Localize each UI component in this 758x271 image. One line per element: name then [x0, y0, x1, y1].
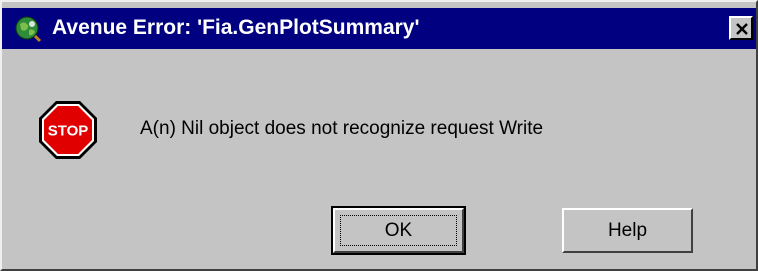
help-button-label: Help — [607, 219, 648, 241]
stop-label: STOP — [48, 123, 89, 140]
ok-button-label: OK — [384, 219, 413, 241]
ok-button[interactable]: OK — [331, 206, 466, 255]
close-button[interactable] — [729, 16, 753, 40]
dialog-title: Avenue Error: 'Fia.GenPlotSummary' — [52, 16, 420, 39]
globe-icon — [15, 16, 42, 43]
help-button[interactable]: Help — [562, 208, 693, 253]
error-message: A(n) Nil object does not recognize reque… — [140, 118, 544, 139]
stop-sign-icon: STOP — [39, 101, 97, 159]
title-bar[interactable]: Avenue Error: 'Fia.GenPlotSummary' — [2, 8, 756, 49]
error-dialog: Avenue Error: 'Fia.GenPlotSummary' STOP … — [0, 0, 758, 271]
close-icon — [736, 23, 748, 35]
